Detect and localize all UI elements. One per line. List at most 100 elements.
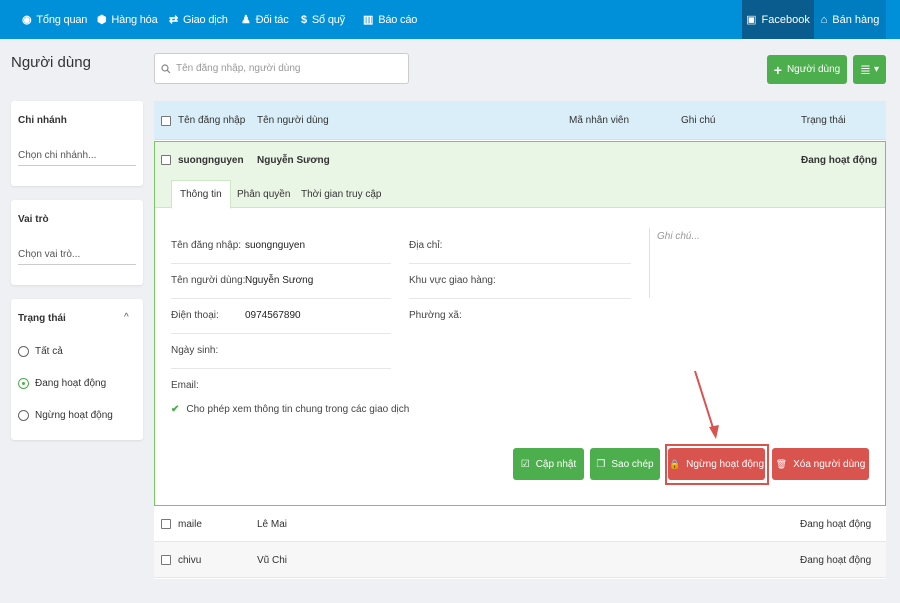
- expanded-row-header[interactable]: suongnguyen Nguyễn Sương Đang hoạt động …: [155, 142, 885, 209]
- update-label: Cập nhật: [535, 458, 577, 470]
- search-icon: [161, 63, 171, 73]
- role-filter-card: Vai trò Chọn vai trò...: [11, 200, 143, 285]
- search-placeholder: Tên đăng nhập, người dùng: [176, 63, 301, 74]
- status-option-active[interactable]: Đang hoạt động: [18, 378, 106, 389]
- role-filter-title: Vai trò: [18, 214, 49, 225]
- sell-label: Bán hàng: [832, 13, 880, 26]
- branch-filter-card: Chi nhánh Chọn chi nhánh...: [11, 101, 143, 186]
- nav-item-label: Báo cáo: [378, 13, 418, 26]
- delete-user-button[interactable]: 🗑 Xóa người dùng: [772, 448, 869, 480]
- divider: [409, 263, 631, 264]
- trash-icon: 🗑: [775, 458, 788, 469]
- share-info-checkbox[interactable]: ✔ Cho phép xem thông tin chung trong các…: [171, 404, 409, 415]
- status-option-label: Ngừng hoạt động: [35, 410, 113, 421]
- facebook-icon: ▣: [746, 14, 757, 26]
- row-status: Đang hoạt động: [800, 519, 872, 530]
- annotation-arrow-icon: [694, 370, 719, 439]
- column-header-status[interactable]: Trạng thái: [801, 115, 846, 126]
- divider: [171, 333, 391, 334]
- share-info-label: Cho phép xem thông tin chung trong các g…: [186, 404, 410, 415]
- shop-icon: ⌂: [820, 13, 828, 26]
- row-checkbox[interactable]: [161, 519, 171, 529]
- exchange-icon: ⇄: [169, 14, 179, 26]
- nav-item-label: Hàng hóa: [111, 13, 158, 26]
- nav-item-cashbook[interactable]: $ Sổ quỹ: [301, 0, 345, 39]
- expanded-user-row: suongnguyen Nguyễn Sương Đang hoạt động …: [154, 141, 886, 506]
- name-label: Tên người dùng:: [171, 275, 246, 286]
- table-row[interactable]: chivu Vũ Chi Đang hoạt động: [154, 542, 886, 578]
- nav-item-products[interactable]: ⬢ Hàng hóa: [97, 0, 158, 39]
- delete-user-label: Xóa người dùng: [793, 458, 866, 470]
- tab-permissions[interactable]: Phân quyền: [229, 180, 298, 208]
- plus-icon: +: [773, 61, 782, 78]
- users-table: Tên đăng nhập Tên người dùng Mã nhân viê…: [154, 101, 886, 579]
- table-row[interactable]: maile Lê Mai Đang hoạt động: [154, 506, 886, 542]
- delivery-area-label: Khu vực giao hàng:: [409, 275, 496, 286]
- money-icon: $: [301, 13, 307, 26]
- status-option-inactive[interactable]: Ngừng hoạt động: [18, 410, 113, 421]
- role-select[interactable]: Chọn vai trò...: [18, 245, 136, 265]
- nav-item-reports[interactable]: ▥ Báo cáo: [363, 0, 417, 39]
- column-header-username[interactable]: Tên đăng nhập: [178, 115, 245, 126]
- copy-icon: ❐: [596, 458, 606, 470]
- update-button[interactable]: ☑ Cập nhật: [513, 448, 584, 480]
- collapse-toggle-icon[interactable]: ^: [124, 312, 129, 323]
- ward-label: Phường xã:: [409, 310, 462, 321]
- gauge-icon: ◉: [22, 14, 32, 26]
- status-filter-card: Trạng thái ^ Tất cả Đang hoạt động Ngừng…: [11, 299, 143, 440]
- tab-info[interactable]: Thông tin: [171, 180, 231, 209]
- row-username: chivu: [178, 555, 202, 566]
- tab-access-time[interactable]: Thời gian truy cập: [293, 180, 389, 208]
- row-checkbox[interactable]: [161, 555, 171, 565]
- phone-label: Điện thoại:: [171, 310, 219, 321]
- check-square-icon: ☑: [520, 458, 530, 470]
- search-input[interactable]: Tên đăng nhập, người dùng: [154, 53, 409, 84]
- phone-value: 0974567890: [245, 310, 301, 321]
- divider: [171, 263, 391, 264]
- table-header: Tên đăng nhập Tên người dùng Mã nhân viê…: [154, 101, 886, 140]
- role-select-placeholder: Chọn vai trò...: [18, 249, 81, 260]
- sell-button[interactable]: ⌂ Bán hàng: [814, 0, 886, 39]
- username-value: suongnguyen: [245, 240, 306, 251]
- column-header-code[interactable]: Mã nhân viên: [569, 115, 629, 126]
- note-input[interactable]: Ghi chú...: [657, 231, 700, 242]
- nav-item-transactions[interactable]: ⇄ Giao dịch: [169, 0, 228, 39]
- divider: [409, 298, 631, 299]
- dob-label: Ngày sinh:: [171, 345, 219, 356]
- top-navigation-bar: ◉ Tổng quan ⬢ Hàng hóa ⇄ Giao dịch ♟ Đối…: [0, 0, 900, 39]
- highlight-box: [665, 444, 769, 485]
- list-icon: ≣: [860, 61, 871, 77]
- row-status: Đang hoạt động: [801, 155, 878, 166]
- add-user-label: Người dùng: [786, 64, 841, 75]
- row-username: suongnguyen: [178, 155, 244, 166]
- column-header-name[interactable]: Tên người dùng: [257, 115, 329, 126]
- status-option-label: Đang hoạt động: [35, 378, 107, 389]
- radio-icon: [18, 346, 29, 357]
- username-label: Tên đăng nhập:: [171, 240, 242, 251]
- branch-select-placeholder: Chọn chi nhánh...: [18, 150, 97, 161]
- row-name: Nguyễn Sương: [257, 155, 330, 166]
- row-name: Lê Mai: [257, 519, 288, 530]
- column-header-note[interactable]: Ghi chú: [681, 115, 715, 126]
- nav-item-partners[interactable]: ♟ Đối tác: [241, 0, 289, 39]
- branch-select[interactable]: Chọn chi nhánh...: [18, 146, 136, 166]
- nav-item-overview[interactable]: ◉ Tổng quan: [22, 0, 87, 39]
- page-title: Người dùng: [11, 54, 91, 71]
- facebook-button[interactable]: ▣ Facebook: [742, 0, 814, 39]
- row-checkbox[interactable]: [161, 155, 171, 165]
- row-status: Đang hoạt động: [800, 555, 872, 566]
- select-all-checkbox[interactable]: [161, 116, 171, 126]
- add-user-button[interactable]: + Người dùng: [767, 55, 847, 84]
- name-value: Nguyễn Sương: [245, 275, 314, 286]
- row-name: Vũ Chi: [257, 555, 288, 566]
- status-option-all[interactable]: Tất cả: [18, 346, 63, 357]
- facebook-label: Facebook: [761, 13, 810, 26]
- address-label: Địa chỉ:: [409, 240, 443, 251]
- row-username: maile: [178, 519, 202, 530]
- copy-button[interactable]: ❐ Sao chép: [590, 448, 660, 480]
- radio-selected-icon: [18, 378, 29, 389]
- chevron-down-icon: ▾: [873, 64, 879, 75]
- column-options-button[interactable]: ≣ ▾: [853, 55, 886, 84]
- box-icon: ⬢: [97, 14, 107, 26]
- user-icon: ♟: [241, 14, 251, 26]
